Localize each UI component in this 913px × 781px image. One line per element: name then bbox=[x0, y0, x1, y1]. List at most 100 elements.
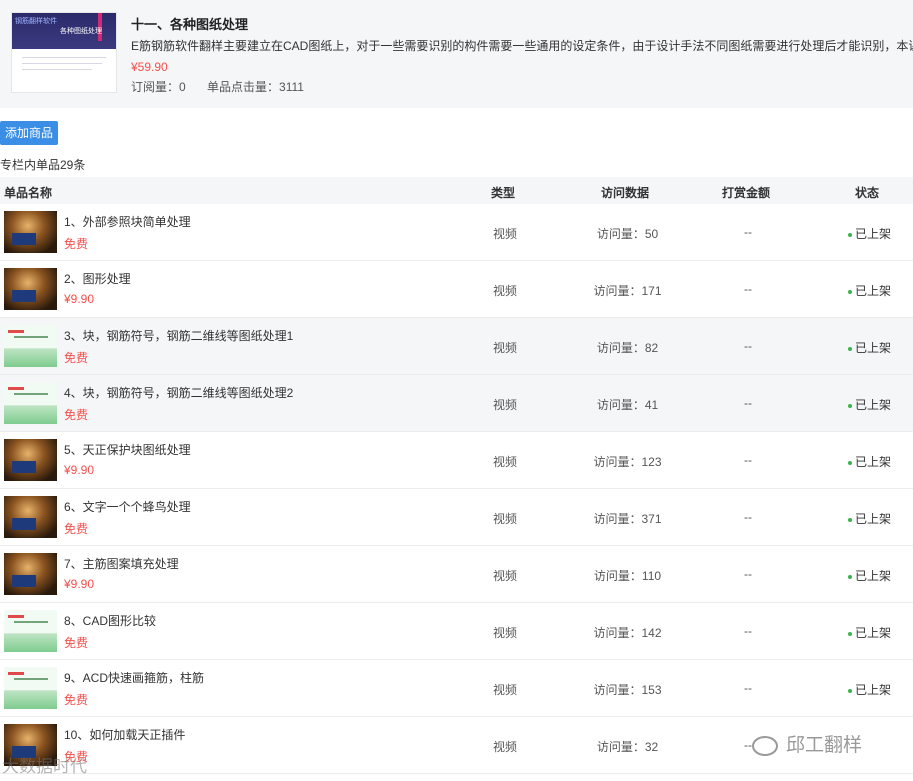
status-dot-icon bbox=[848, 346, 852, 351]
item-title[interactable]: 5、天正保护块图纸处理 bbox=[64, 441, 191, 458]
add-product-button[interactable]: 添加商品 bbox=[0, 121, 58, 145]
item-status: 已上架 bbox=[848, 681, 891, 698]
item-status: 已上架 bbox=[848, 624, 891, 641]
status-dot-icon bbox=[848, 232, 852, 237]
item-visits: 访问量：371 bbox=[593, 512, 662, 526]
column-cover-image: 钢筋翻样软件 各种图纸处理 bbox=[11, 12, 117, 93]
item-type: 视频 bbox=[493, 398, 518, 412]
item-reward: -- bbox=[744, 624, 752, 638]
item-title[interactable]: 1、外部参照块简单处理 bbox=[64, 213, 191, 230]
item-reward: -- bbox=[744, 339, 752, 353]
table-row[interactable]: 5、天正保护块图纸处理 ¥9.90 视频 访问量：123 -- 已上架 bbox=[0, 432, 913, 489]
watermark-right: 邱工翻样 bbox=[752, 730, 862, 757]
header-reward: 打赏金额 bbox=[722, 186, 771, 200]
item-title[interactable]: 7、主筋图案填充处理 bbox=[64, 555, 179, 572]
item-title[interactable]: 3、块，钢筋符号，钢筋二维线等图纸处理1 bbox=[64, 327, 293, 344]
item-reward: -- bbox=[744, 567, 752, 581]
status-dot-icon bbox=[848, 631, 852, 636]
item-price: 免费 bbox=[64, 522, 89, 536]
item-type: 视频 bbox=[493, 740, 518, 754]
item-price: 免费 bbox=[64, 351, 89, 365]
cover-text-2: 各种图纸处理 bbox=[60, 28, 102, 35]
thumbnail-image[interactable] bbox=[4, 268, 57, 310]
table-row[interactable]: 7、主筋图案填充处理 ¥9.90 视频 访问量：110 -- 已上架 bbox=[0, 546, 913, 603]
item-type: 视频 bbox=[493, 683, 518, 697]
item-type: 视频 bbox=[493, 341, 518, 355]
subscription-count: 订阅量：0 bbox=[131, 80, 186, 94]
table-row[interactable]: 2、图形处理 ¥9.90 视频 访问量：171 -- 已上架 bbox=[0, 261, 913, 318]
item-price: 免费 bbox=[64, 237, 89, 251]
thumbnail-image[interactable] bbox=[4, 496, 57, 538]
column-stats: 订阅量：0 单品点击量：3111 bbox=[131, 78, 322, 95]
thumbnail-image[interactable] bbox=[4, 382, 57, 424]
item-visits: 访问量：32 bbox=[596, 740, 659, 754]
table-row[interactable]: 9、ACD快速画箍筋，柱筋 免费 视频 访问量：153 -- 已上架 bbox=[0, 660, 913, 717]
table-header: 单品名称 类型 访问数据 打赏金额 状态 bbox=[0, 177, 913, 204]
item-price: ¥9.90 bbox=[64, 463, 95, 477]
item-status: 已上架 bbox=[848, 282, 891, 299]
item-status: 已上架 bbox=[848, 510, 891, 527]
status-dot-icon bbox=[848, 517, 852, 522]
thumbnail-image[interactable] bbox=[4, 610, 57, 652]
item-title[interactable]: 2、图形处理 bbox=[64, 270, 131, 287]
item-visits: 访问量：142 bbox=[593, 626, 662, 640]
item-price: 免费 bbox=[64, 636, 89, 650]
item-status: 已上架 bbox=[848, 567, 891, 584]
table-row[interactable]: 3、块，钢筋符号，钢筋二维线等图纸处理1 免费 视频 访问量：82 -- 已上架 bbox=[0, 318, 913, 375]
item-visits: 访问量：171 bbox=[593, 284, 662, 298]
item-title[interactable]: 6、文字一个个蜂鸟处理 bbox=[64, 498, 191, 515]
item-status: 已上架 bbox=[848, 453, 891, 470]
table-row[interactable]: 1、外部参照块简单处理 免费 视频 访问量：50 -- 已上架 bbox=[0, 204, 913, 261]
item-reward: -- bbox=[744, 510, 752, 524]
header-visits: 访问数据 bbox=[601, 186, 650, 200]
column-card: 钢筋翻样软件 各种图纸处理 十一、各种图纸处理 E筋钢筋软件翻样主要建立在CAD… bbox=[0, 0, 913, 108]
item-title[interactable]: 8、CAD图形比较 bbox=[64, 612, 156, 629]
item-type: 视频 bbox=[493, 455, 518, 469]
item-title[interactable]: 9、ACD快速画箍筋，柱筋 bbox=[64, 669, 204, 686]
item-title[interactable]: 10、如何加载天正插件 bbox=[64, 726, 185, 743]
item-reward: -- bbox=[744, 681, 752, 695]
thumbnail-image[interactable] bbox=[4, 667, 57, 709]
item-reward: -- bbox=[744, 738, 752, 752]
status-dot-icon bbox=[848, 289, 852, 294]
item-title[interactable]: 4、块，钢筋符号，钢筋二维线等图纸处理2 bbox=[64, 384, 293, 401]
column-description: E筋钢筋软件翻样主要建立在CAD图纸上，对于一些需要识别的构件需要一些通用的设定… bbox=[131, 39, 913, 53]
item-reward: -- bbox=[744, 282, 752, 296]
status-dot-icon bbox=[848, 403, 852, 408]
column-price: ¥59.90 bbox=[131, 60, 168, 74]
click-count: 单品点击量：3111 bbox=[207, 80, 304, 94]
table-row[interactable]: 4、块，钢筋符号，钢筋二维线等图纸处理2 免费 视频 访问量：41 -- 已上架 bbox=[0, 375, 913, 432]
item-status: 已上架 bbox=[848, 339, 891, 356]
status-dot-icon bbox=[848, 688, 852, 693]
item-type: 视频 bbox=[493, 569, 518, 583]
column-title: 十一、各种图纸处理 bbox=[131, 17, 249, 32]
thumbnail-image[interactable] bbox=[4, 553, 57, 595]
item-visits: 访问量：153 bbox=[593, 683, 662, 697]
item-visits: 访问量：82 bbox=[596, 341, 659, 355]
status-dot-icon bbox=[848, 460, 852, 465]
item-status: 已上架 bbox=[848, 225, 891, 242]
watermark-left: 大数据时代 bbox=[2, 757, 87, 776]
item-reward: -- bbox=[744, 225, 752, 239]
table-row[interactable]: 6、文字一个个蜂鸟处理 免费 视频 访问量：371 -- 已上架 bbox=[0, 489, 913, 546]
item-type: 视频 bbox=[493, 512, 518, 526]
item-price: 免费 bbox=[64, 408, 89, 422]
header-status: 状态 bbox=[855, 186, 880, 200]
item-visits: 访问量：110 bbox=[593, 569, 662, 583]
thumbnail-image[interactable] bbox=[4, 211, 57, 253]
item-visits: 访问量：123 bbox=[593, 455, 662, 469]
thumbnail-image[interactable] bbox=[4, 439, 57, 481]
product-table: 单品名称 类型 访问数据 打赏金额 状态 1、外部参照块简单处理 免费 视频 访问量：… bbox=[0, 177, 913, 774]
header-type: 类型 bbox=[491, 186, 516, 200]
status-dot-icon bbox=[848, 574, 852, 579]
item-type: 视频 bbox=[493, 626, 518, 640]
thumbnail-image[interactable] bbox=[4, 325, 57, 367]
table-body: 1、外部参照块简单处理 免费 视频 访问量：50 -- 已上架 2、图形处理 ¥9.90 视频访… bbox=[0, 204, 913, 774]
item-count: 专栏内单品29条 bbox=[0, 158, 86, 172]
header-name: 单品名称 bbox=[4, 186, 53, 200]
item-visits: 访问量：41 bbox=[596, 398, 659, 412]
item-type: 视频 bbox=[493, 284, 518, 298]
item-reward: -- bbox=[744, 396, 752, 410]
table-row[interactable]: 8、CAD图形比较 免费 视频 访问量：142 -- 已上架 bbox=[0, 603, 913, 660]
cover-text-1: 钢筋翻样软件 bbox=[15, 18, 57, 25]
